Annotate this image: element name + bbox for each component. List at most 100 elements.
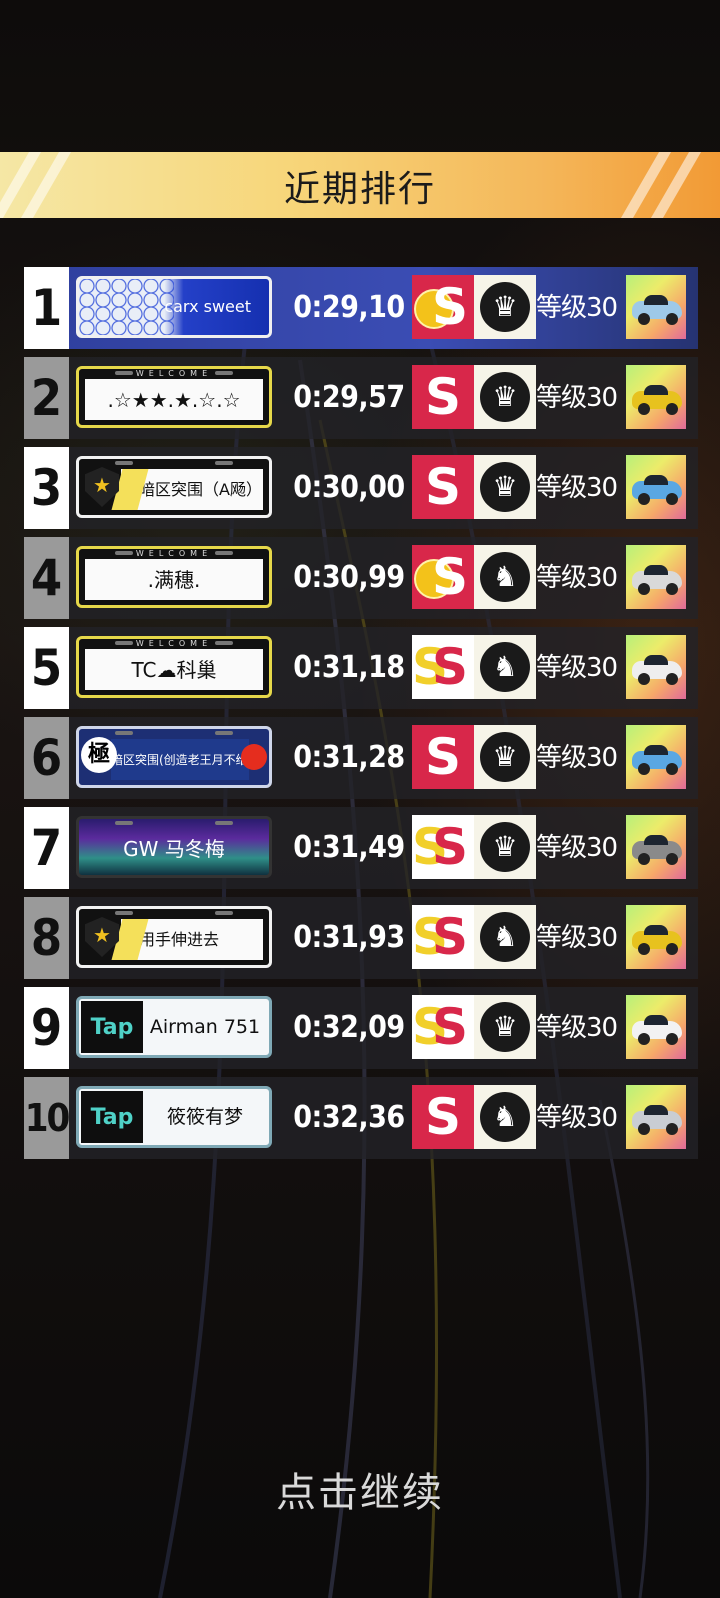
car-thumbnail[interactable]	[626, 545, 686, 609]
plate-text: 筱筱有梦	[166, 1106, 243, 1128]
plate-slot	[215, 821, 233, 825]
page-title: 近期排行	[283, 169, 436, 210]
license-plate: WELCOME .满穗.	[76, 546, 272, 608]
horse-emblem-icon: ♞	[474, 635, 536, 699]
leaderboard: 1 carx sweet 0:29,10 S ♛ 等级30 2 WELCOME .☆★★.★.☆…	[24, 267, 698, 1167]
plate-welcome: WELCOME	[135, 549, 213, 558]
tap-logo: Tap	[81, 1001, 143, 1053]
license-plate: WELCOME .☆★★.★.☆.☆	[76, 366, 272, 428]
player-level: 等级30	[536, 473, 618, 503]
rank-number: 9	[24, 987, 69, 1069]
leaderboard-row[interactable]: 10 Tap 筱筱有梦 0:32,36 S ♞ 等级30	[24, 1077, 698, 1159]
plate-slot	[215, 911, 233, 915]
plate-welcome: WELCOME	[135, 369, 213, 378]
rank-number: 5	[24, 627, 69, 709]
leaderboard-row[interactable]: 4 WELCOME .满穗. 0:30,99 S ♞ 等级30	[24, 537, 698, 619]
plate-text: .满穗.	[85, 559, 263, 600]
license-plate: 暗区突围（A飏）	[76, 456, 272, 518]
crown-emblem-icon: ♛	[474, 995, 536, 1059]
red-dot-icon	[241, 744, 267, 770]
rank-number: 6	[24, 717, 69, 799]
lap-time: 0:31,28	[293, 740, 405, 775]
s-rank-coin-icon: S	[412, 275, 474, 339]
s-rank-coin-icon: S	[412, 545, 474, 609]
license-plate: WELCOME TC☁科巢	[76, 636, 272, 698]
player-level: 等级30	[536, 653, 618, 683]
plate-slot	[215, 461, 233, 465]
crown-emblem-icon: ♛	[474, 815, 536, 879]
rank-number: 2	[24, 357, 69, 439]
horse-emblem-icon: ♞	[474, 545, 536, 609]
license-plate: carx sweet	[76, 276, 272, 338]
title-banner: 近期排行	[0, 152, 720, 218]
leaderboard-row[interactable]: 8用手伸进去 0:31,93SS♞等级30	[24, 897, 698, 979]
rank-number: 10	[24, 1077, 70, 1159]
license-plate: 暗区突围(创造老王月不给) 極	[76, 726, 272, 788]
horse-emblem-icon: ♞	[474, 905, 536, 969]
rank-number: 4	[24, 537, 69, 619]
leaderboard-row[interactable]: 6 暗区突围(创造老王月不给) 極 0:31,28 S ♛ 等级30	[24, 717, 698, 799]
player-level: 等级30	[536, 1103, 618, 1133]
car-thumbnail[interactable]	[626, 995, 686, 1059]
player-level: 等级30	[536, 833, 618, 863]
plate-slot	[215, 731, 233, 735]
plate-text: carx sweet	[164, 297, 251, 316]
s-rank-icon: S	[412, 365, 474, 429]
crown-emblem-icon: ♛	[474, 365, 536, 429]
lap-time: 0:31,93	[293, 920, 405, 955]
lap-time: 0:30,00	[293, 470, 405, 505]
tap-to-continue[interactable]: 点击继续	[0, 1460, 720, 1518]
car-thumbnail[interactable]	[626, 725, 686, 789]
rank-number: 3	[24, 447, 69, 529]
car-thumbnail[interactable]	[626, 365, 686, 429]
plate-slot	[115, 731, 133, 735]
leaderboard-row[interactable]: 7 GW 马冬梅 0:31,49 S S ♛ 等级30	[24, 807, 698, 889]
s-rank-icon: S	[412, 1085, 474, 1149]
car-thumbnail[interactable]	[626, 815, 686, 879]
plate-text: GW 马冬梅	[123, 837, 225, 861]
lap-time: 0:31,49	[293, 830, 405, 865]
crown-emblem-icon: ♛	[474, 275, 536, 339]
lap-time: 0:29,57	[293, 380, 405, 415]
rank-number: 8	[24, 897, 69, 979]
tap-logo: Tap	[81, 1091, 143, 1143]
car-thumbnail[interactable]	[626, 275, 686, 339]
plate-text: 暗区突围(创造老王月不给)	[111, 739, 249, 780]
car-thumbnail[interactable]	[626, 905, 686, 969]
player-level: 等级30	[536, 1013, 618, 1043]
s-rank-gold-icon: SS	[412, 995, 474, 1059]
plate-slot	[115, 911, 133, 915]
leaderboard-row[interactable]: 5 WELCOME TC☁科巢 0:31,18 S S ♞ 等级30	[24, 627, 698, 709]
lap-time: 0:29,10	[293, 290, 405, 325]
player-level: 等级30	[536, 743, 618, 773]
plate-text: .☆★★.★.☆.☆	[85, 379, 263, 420]
plate-slot	[115, 821, 133, 825]
leaderboard-row[interactable]: 3暗区突围（A飏） 0:30,00S♛等级30	[24, 447, 698, 529]
license-plate: Tap Airman 751	[76, 996, 272, 1058]
car-thumbnail[interactable]	[626, 635, 686, 699]
plate-slot	[115, 461, 133, 465]
player-level: 等级30	[536, 383, 618, 413]
leaderboard-row[interactable]: 2 WELCOME .☆★★.★.☆.☆ 0:29,57 S ♛ 等级30	[24, 357, 698, 439]
s-rank-gold-icon: SS	[412, 905, 474, 969]
lap-time: 0:32,09	[293, 1010, 405, 1045]
lap-time: 0:30,99	[293, 560, 405, 595]
leaderboard-row[interactable]: 9 Tap Airman 751 0:32,09 S S ♛ 等级30	[24, 987, 698, 1069]
plate-text: Airman 751	[149, 1016, 261, 1038]
plate-welcome: WELCOME	[135, 639, 213, 648]
crown-emblem-icon: ♛	[474, 725, 536, 789]
license-plate: GW 马冬梅	[76, 816, 272, 878]
plate-text: TC☁科巢	[85, 649, 263, 690]
car-thumbnail[interactable]	[626, 1085, 686, 1149]
s-rank-icon: S	[412, 725, 474, 789]
leaderboard-row[interactable]: 1 carx sweet 0:29,10 S ♛ 等级30	[24, 267, 698, 349]
s-rank-gold-icon: SS	[412, 815, 474, 879]
crown-emblem-icon: ♛	[474, 455, 536, 519]
player-level: 等级30	[536, 923, 618, 953]
plate-mark: 極	[81, 737, 117, 773]
player-level: 等级30	[536, 293, 618, 323]
car-thumbnail[interactable]	[626, 455, 686, 519]
plate-pattern	[79, 279, 174, 335]
lap-time: 0:32,36	[293, 1100, 405, 1135]
player-level: 等级30	[536, 563, 618, 593]
